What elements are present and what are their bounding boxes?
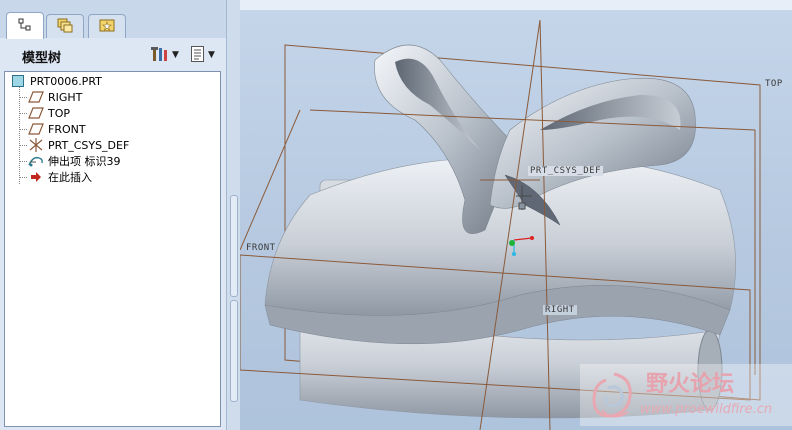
tree-icon — [17, 17, 33, 36]
coord-system-icon — [27, 138, 45, 152]
graphics-viewport[interactable]: TOP FRONT RIGHT PRT_CSYS_DEF 野火论坛 www.pr… — [240, 0, 792, 430]
panel-splitter[interactable] — [226, 0, 241, 430]
datum-plane-icon — [27, 90, 45, 104]
tree-item-label: TOP — [48, 106, 71, 120]
model-tree: PRT0006.PRT RIGHT TOP FRONT PRT_CSYS_DEF… — [4, 71, 221, 427]
datum-label-top: TOP — [765, 79, 783, 89]
panel-tab-strip — [0, 0, 226, 39]
tree-item-protrusion[interactable]: 伸出项 标识39 — [27, 153, 121, 169]
layers-tab[interactable] — [46, 14, 84, 38]
tree-item-right[interactable]: RIGHT — [27, 89, 82, 105]
tree-item-label: PRT_CSYS_DEF — [48, 138, 130, 152]
tree-item-label: FRONT — [48, 122, 86, 136]
splitter-grip-bottom[interactable] — [230, 300, 238, 402]
show-button[interactable]: ▼ — [190, 44, 222, 66]
tree-item-label: RIGHT — [48, 90, 83, 104]
datum-plane-icon — [27, 106, 45, 120]
watermark-logo-icon — [592, 372, 632, 418]
protrusion-icon — [27, 154, 45, 168]
datum-plane-icon — [27, 122, 45, 136]
datum-label-csys: PRT_CSYS_DEF — [528, 166, 604, 176]
tree-root[interactable]: PRT0006.PRT — [9, 73, 102, 89]
tree-branch — [19, 145, 27, 146]
datum-label-right: RIGHT — [543, 305, 577, 315]
tree-branch — [19, 177, 27, 178]
tree-item-label: 在此插入 — [48, 171, 92, 184]
datum-label-front: FRONT — [246, 243, 276, 253]
tree-root-label: PRT0006.PRT — [30, 74, 102, 88]
tree-branch — [19, 113, 27, 114]
tools-icon — [150, 45, 170, 66]
list-icon — [190, 45, 206, 66]
model-tree-tab[interactable] — [6, 12, 44, 39]
chevron-down-icon: ▼ — [172, 50, 179, 60]
part-icon — [9, 74, 27, 88]
insert-arrow-icon — [27, 170, 45, 184]
model-tree-panel: 模型树 ▼ ▼ PRT0006.PRT RIGHT TOP FRONT PRT_… — [0, 0, 226, 430]
layers-icon — [56, 17, 74, 36]
tree-item-label: 伸出项 标识39 — [48, 155, 121, 168]
tree-branch — [19, 129, 27, 130]
chevron-down-icon: ▼ — [208, 50, 215, 60]
panel-header: 模型树 ▼ ▼ — [0, 39, 226, 71]
settings-button[interactable]: ▼ — [150, 44, 182, 66]
star-folder-icon — [98, 17, 116, 36]
tree-item-top[interactable]: TOP — [27, 105, 70, 121]
watermark-title: 野火论坛 — [646, 372, 735, 397]
tree-item-front[interactable]: FRONT — [27, 121, 86, 137]
splitter-grip-top[interactable] — [230, 195, 238, 297]
forum-watermark: 野火论坛 www.proewildfire.cn — [580, 364, 792, 426]
watermark-url: www.proewildfire.cn — [640, 402, 773, 417]
tree-item-csys[interactable]: PRT_CSYS_DEF — [27, 137, 129, 153]
tree-branch — [19, 161, 27, 162]
panel-title: 模型树 — [22, 51, 62, 66]
tree-item-insert-here[interactable]: 在此插入 — [27, 169, 92, 185]
favorites-tab[interactable] — [88, 14, 126, 38]
tree-connector — [19, 86, 20, 184]
tree-branch — [19, 97, 27, 98]
